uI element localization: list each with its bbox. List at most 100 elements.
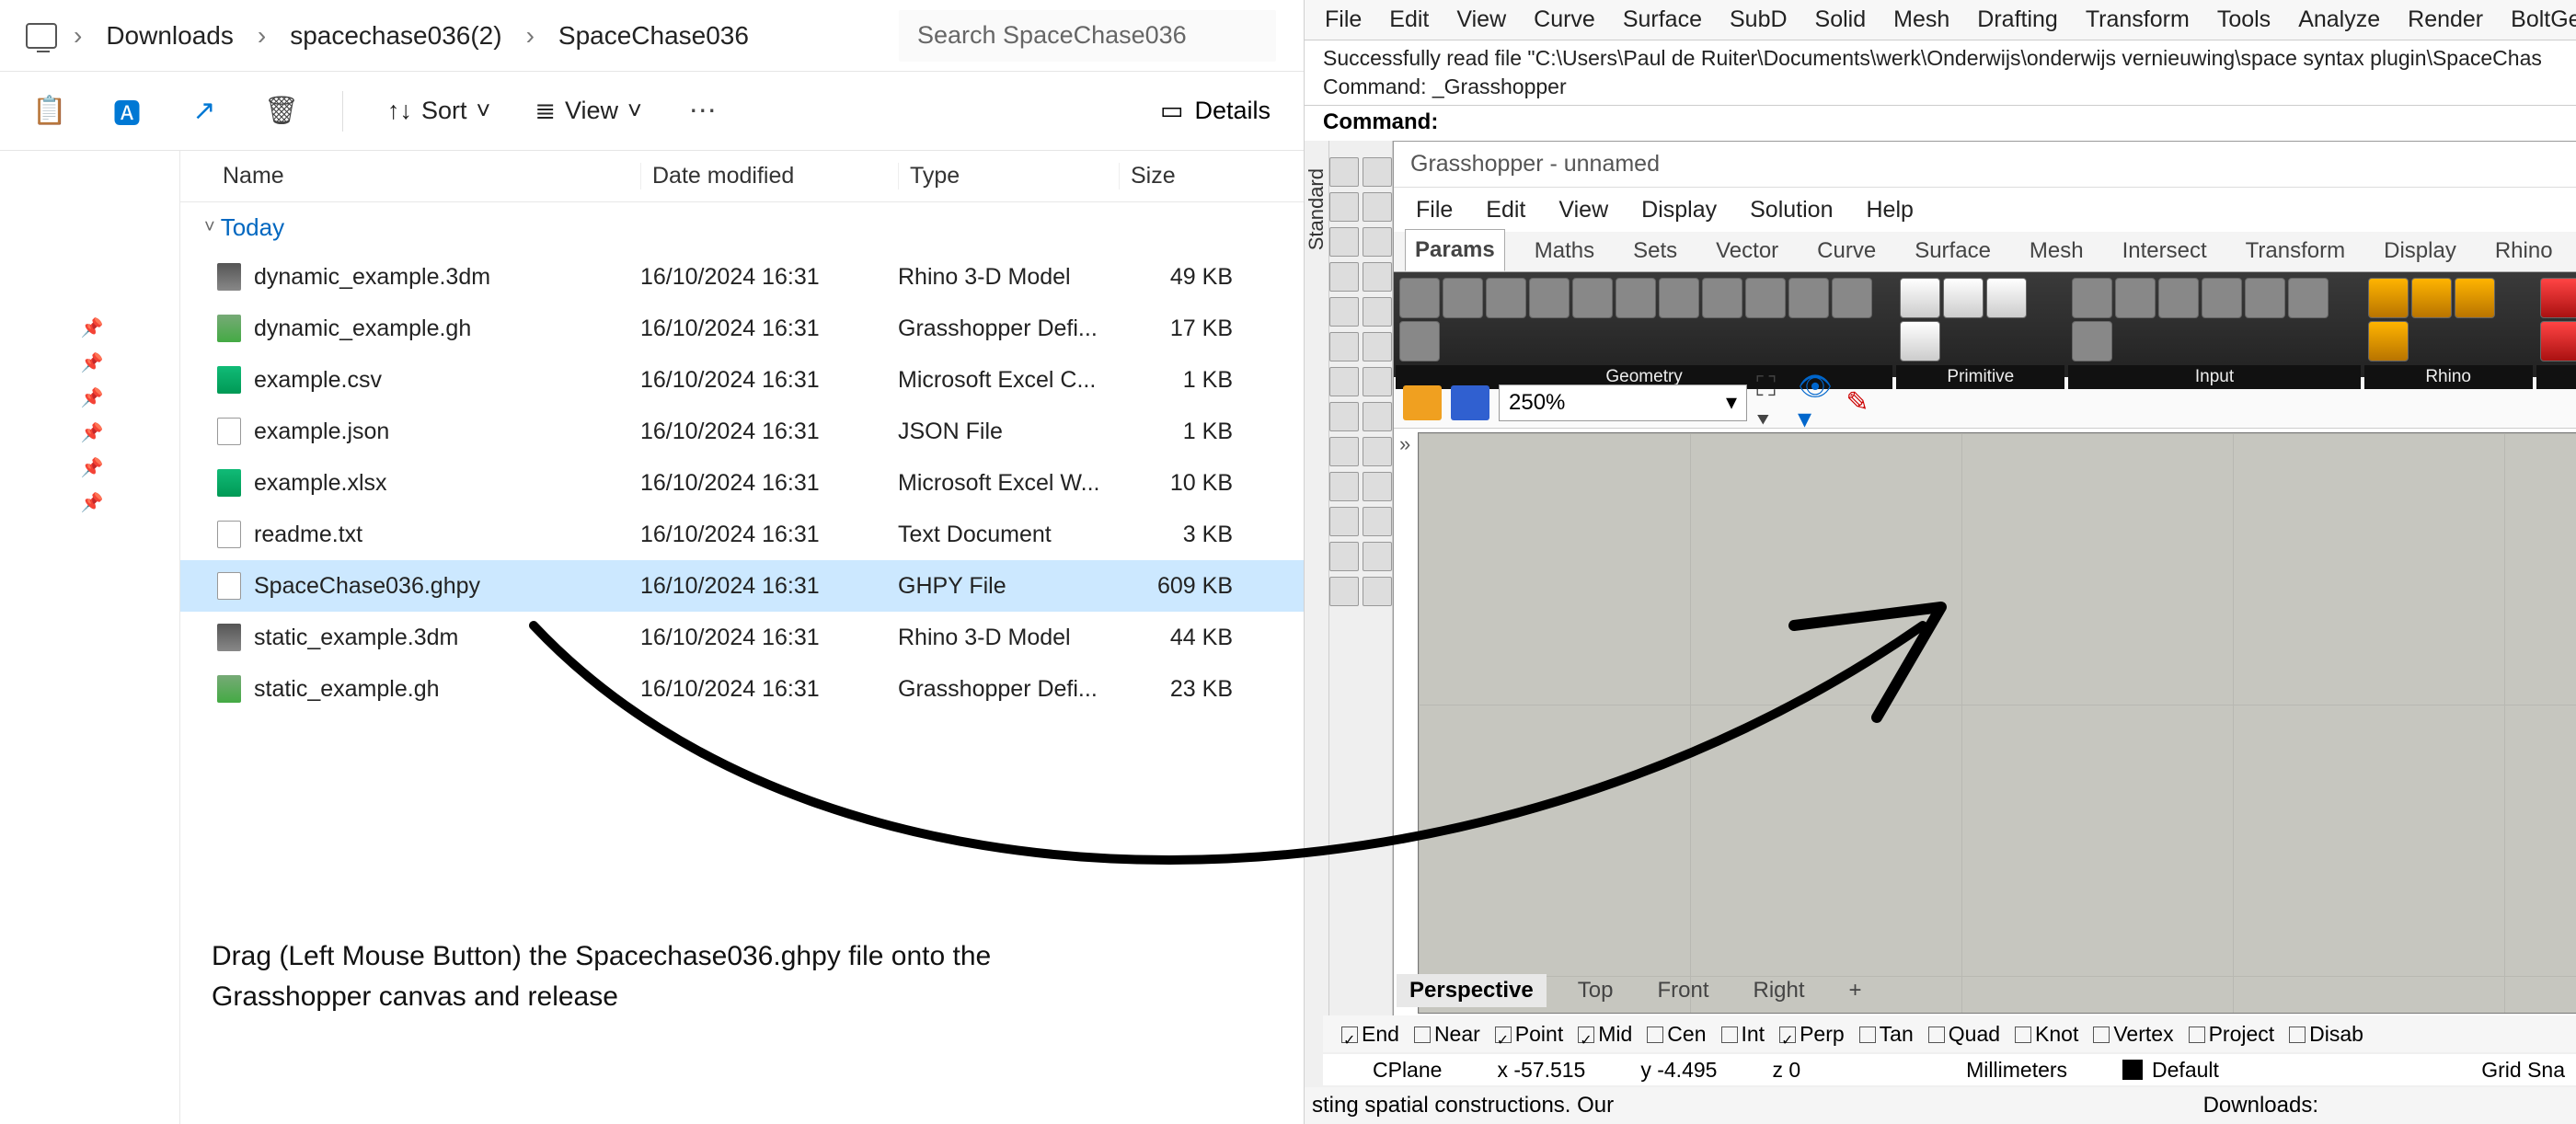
component-icon[interactable] xyxy=(1943,278,1984,318)
preview-icon[interactable]: 👁 ▾ xyxy=(1799,386,1832,419)
component-icon[interactable] xyxy=(1486,278,1526,318)
tool-icon[interactable] xyxy=(1329,262,1359,292)
rename-icon[interactable]: 🅰 xyxy=(110,95,144,128)
chevron-right-icon[interactable]: › xyxy=(526,21,535,51)
menu-item[interactable]: Analyze xyxy=(2298,6,2380,33)
tool-icon[interactable] xyxy=(1363,262,1392,292)
component-icon[interactable] xyxy=(2245,278,2285,318)
menu-item[interactable]: File xyxy=(1416,197,1453,224)
tool-icon[interactable] xyxy=(1329,332,1359,361)
component-icon[interactable] xyxy=(2288,278,2329,318)
add-viewport-icon[interactable]: + xyxy=(1836,974,1875,1007)
component-tab[interactable]: Sets xyxy=(1624,231,1686,271)
component-icon[interactable] xyxy=(2072,321,2112,361)
chevron-right-icon[interactable]: » xyxy=(1399,432,1410,456)
gh-title-bar[interactable]: Grasshopper - unnamed xyxy=(1394,142,2576,188)
osnap-mid[interactable]: Mid xyxy=(1578,1022,1632,1047)
viewport-tab[interactable]: Front xyxy=(1644,974,1721,1007)
col-date[interactable]: Date modified xyxy=(640,163,898,189)
component-icon[interactable] xyxy=(1616,278,1656,318)
paste-icon[interactable]: 📋 xyxy=(33,95,66,128)
component-icon[interactable] xyxy=(1572,278,1613,318)
viewport-tab[interactable]: Top xyxy=(1565,974,1627,1007)
menu-item[interactable]: SubD xyxy=(1730,6,1788,33)
command-line[interactable]: Command: xyxy=(1305,106,2576,141)
menu-item[interactable]: Surface xyxy=(1623,6,1702,33)
osnap-project[interactable]: Project xyxy=(2189,1022,2275,1047)
search-input[interactable]: Search SpaceChase036 xyxy=(899,10,1276,62)
component-tab[interactable]: Mesh xyxy=(2020,231,2093,271)
component-tab[interactable]: Display xyxy=(2375,231,2466,271)
sort-button[interactable]: ↑↓ Sort ˅ xyxy=(387,97,490,125)
osnap-knot[interactable]: Knot xyxy=(2015,1022,2078,1047)
component-icon[interactable] xyxy=(2540,278,2576,318)
osnap-int[interactable]: Int xyxy=(1721,1022,1765,1047)
tool-icon[interactable] xyxy=(1363,507,1392,536)
osnap-tan[interactable]: Tan xyxy=(1859,1022,1914,1047)
explorer-nav-pane[interactable]: 📌 📌 📌 📌 📌 📌 xyxy=(0,151,180,1124)
component-icon[interactable] xyxy=(2158,278,2199,318)
component-icon[interactable] xyxy=(1529,278,1570,318)
tool-icon[interactable] xyxy=(1363,332,1392,361)
view-button[interactable]: ≣ View ˅ xyxy=(535,97,641,125)
this-pc-icon[interactable] xyxy=(26,23,57,49)
component-icon[interactable] xyxy=(1399,278,1440,318)
component-icon[interactable] xyxy=(2368,321,2409,361)
menu-item[interactable]: Mesh xyxy=(1893,6,1949,33)
file-row[interactable]: static_example.gh16/10/2024 16:31Grassho… xyxy=(180,663,1304,715)
component-icon[interactable] xyxy=(1443,278,1483,318)
tool-icon[interactable] xyxy=(1363,542,1392,571)
osnap-vertex[interactable]: Vertex xyxy=(2093,1022,2173,1047)
tool-icon[interactable] xyxy=(1363,192,1392,222)
component-icon[interactable] xyxy=(2455,278,2495,318)
tool-icon[interactable] xyxy=(1363,472,1392,501)
component-tab[interactable]: Intersect xyxy=(2113,231,2216,271)
tool-icon[interactable] xyxy=(1329,227,1359,257)
tool-icon[interactable] xyxy=(1363,577,1392,606)
menu-item[interactable]: Curve xyxy=(1534,6,1595,33)
menu-item[interactable]: Tools xyxy=(2217,6,2271,33)
osnap-cen[interactable]: Cen xyxy=(1647,1022,1706,1047)
tool-icon[interactable] xyxy=(1329,542,1359,571)
osnap-end[interactable]: End xyxy=(1341,1022,1399,1047)
component-icon[interactable] xyxy=(1832,278,1872,318)
component-tab[interactable]: Maths xyxy=(1525,231,1604,271)
menu-item[interactable]: View xyxy=(1456,6,1506,33)
file-row[interactable]: SpaceChase036.ghpy16/10/2024 16:31GHPY F… xyxy=(180,560,1304,612)
menu-item[interactable]: Edit xyxy=(1486,197,1525,224)
component-icon[interactable] xyxy=(2540,321,2576,361)
osnap-near[interactable]: Near xyxy=(1414,1022,1480,1047)
tool-icon[interactable] xyxy=(1363,402,1392,431)
menu-item[interactable]: Solid xyxy=(1815,6,1867,33)
tool-icon[interactable] xyxy=(1329,577,1359,606)
component-tab[interactable]: Vector xyxy=(1707,231,1788,271)
component-icon[interactable] xyxy=(1745,278,1786,318)
menu-item[interactable]: File xyxy=(1325,6,1362,33)
component-tab[interactable]: Curve xyxy=(1808,231,1885,271)
component-icon[interactable] xyxy=(2115,278,2156,318)
sketch-icon[interactable]: ✎ xyxy=(1841,386,1874,419)
menu-item[interactable]: View xyxy=(1558,197,1608,224)
chevron-right-icon[interactable]: › xyxy=(74,21,82,51)
tool-icon[interactable] xyxy=(1329,367,1359,396)
component-icon[interactable] xyxy=(1986,278,2027,318)
component-icon[interactable] xyxy=(1702,278,1742,318)
file-row[interactable]: dynamic_example.gh16/10/2024 16:31Grassh… xyxy=(180,303,1304,354)
zoom-extents-icon[interactable]: ⛶ ▾ xyxy=(1756,386,1789,419)
component-icon[interactable] xyxy=(2411,278,2452,318)
rhino-sidebar-tab[interactable]: Standard xyxy=(1305,141,1329,1024)
osnap-disab[interactable]: Disab xyxy=(2289,1022,2363,1047)
tool-icon[interactable] xyxy=(1329,507,1359,536)
details-pane-button[interactable]: ▭ Details xyxy=(1160,97,1271,125)
component-icon[interactable] xyxy=(1399,321,1440,361)
menu-item[interactable]: BoltGen xyxy=(2511,6,2576,33)
tool-icon[interactable] xyxy=(1329,157,1359,187)
status-layer[interactable]: Default xyxy=(2152,1058,2219,1083)
gh-canvas[interactable] xyxy=(1418,432,2576,1014)
save-file-icon[interactable] xyxy=(1451,385,1489,420)
tool-icon[interactable] xyxy=(1363,157,1392,187)
tool-icon[interactable] xyxy=(1363,297,1392,327)
menu-item[interactable]: Drafting xyxy=(1977,6,2058,33)
zoom-select[interactable]: 250%▾ xyxy=(1499,384,1747,421)
col-type[interactable]: Type xyxy=(898,163,1119,189)
